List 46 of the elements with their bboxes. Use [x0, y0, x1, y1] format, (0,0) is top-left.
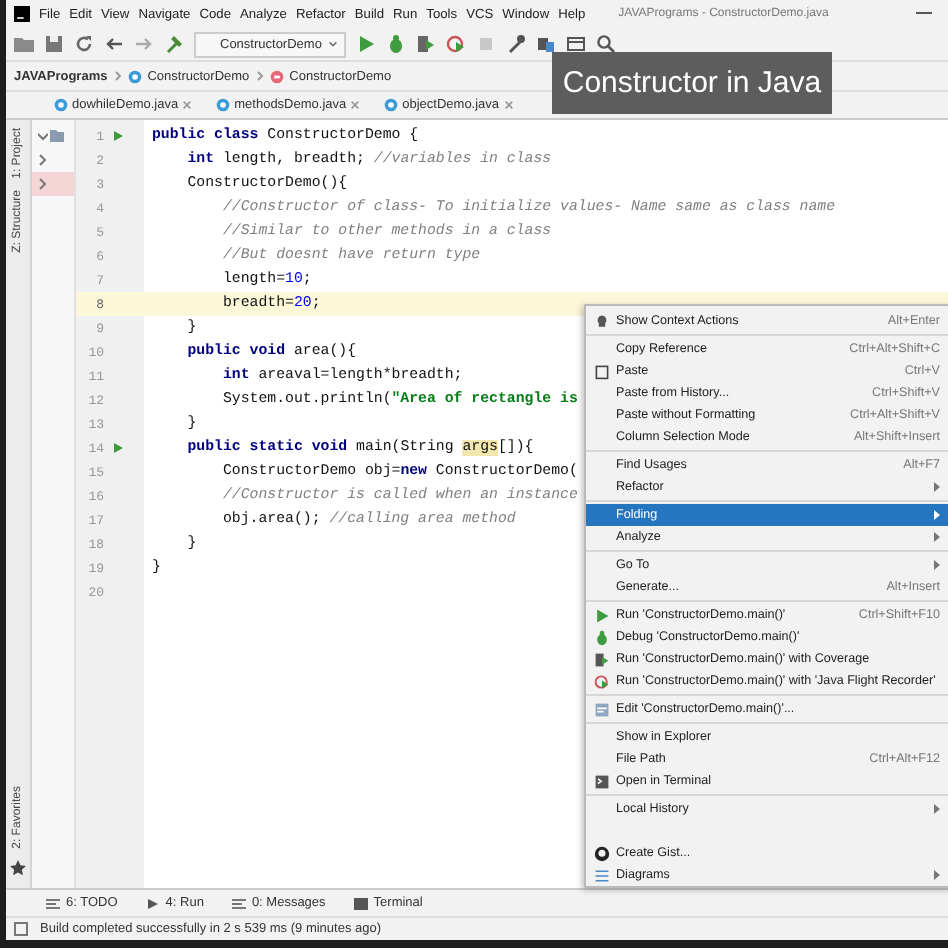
clipboard-icon — [594, 363, 610, 379]
profiler-icon[interactable] — [445, 34, 466, 54]
github-icon — [594, 845, 610, 861]
bulb-icon — [594, 313, 610, 329]
list-icon — [46, 897, 60, 909]
run-icon — [145, 897, 160, 909]
wrench-icon[interactable] — [505, 34, 526, 54]
run-icon[interactable] — [355, 34, 376, 54]
coverage-icon — [594, 651, 610, 667]
video-caption: Constructor in Java — [552, 52, 832, 114]
run-icon — [594, 607, 610, 623]
folder-icon — [50, 130, 64, 142]
hammer-icon[interactable] — [164, 34, 184, 54]
folder-icon[interactable] — [14, 34, 34, 54]
profiler-icon — [594, 673, 610, 689]
class-icon — [54, 98, 68, 112]
diagram-icon — [594, 867, 610, 883]
star-icon[interactable] — [10, 860, 26, 876]
run-icon[interactable] — [112, 442, 124, 454]
close-icon[interactable] — [350, 100, 361, 110]
forward-arrow-icon[interactable] — [134, 34, 154, 54]
close-icon[interactable] — [503, 100, 514, 110]
bug-icon — [594, 629, 610, 645]
save-icon[interactable] — [44, 34, 64, 54]
terminal-icon — [594, 773, 610, 789]
close-icon[interactable] — [182, 100, 193, 110]
chevron-icon — [255, 70, 264, 82]
app-logo-icon — [14, 6, 30, 22]
class-icon — [127, 69, 142, 83]
terminal-icon — [353, 897, 368, 909]
search-icon[interactable] — [595, 34, 616, 54]
method-icon — [269, 69, 284, 83]
class-icon — [216, 98, 231, 112]
minimize-icon[interactable] — [916, 12, 932, 16]
chevron-icon — [113, 70, 122, 82]
class-icon — [384, 98, 399, 112]
window-icon[interactable] — [565, 34, 586, 54]
sync-icon[interactable] — [74, 34, 94, 54]
run-icon[interactable] — [112, 130, 124, 142]
panel-toggle-icon[interactable] — [14, 922, 28, 936]
list-icon — [231, 897, 246, 909]
project-structure-icon[interactable] — [535, 34, 556, 54]
edit-icon — [594, 701, 610, 717]
bug-icon[interactable] — [385, 34, 406, 54]
back-arrow-icon[interactable] — [104, 34, 124, 54]
coverage-icon[interactable] — [415, 34, 436, 54]
